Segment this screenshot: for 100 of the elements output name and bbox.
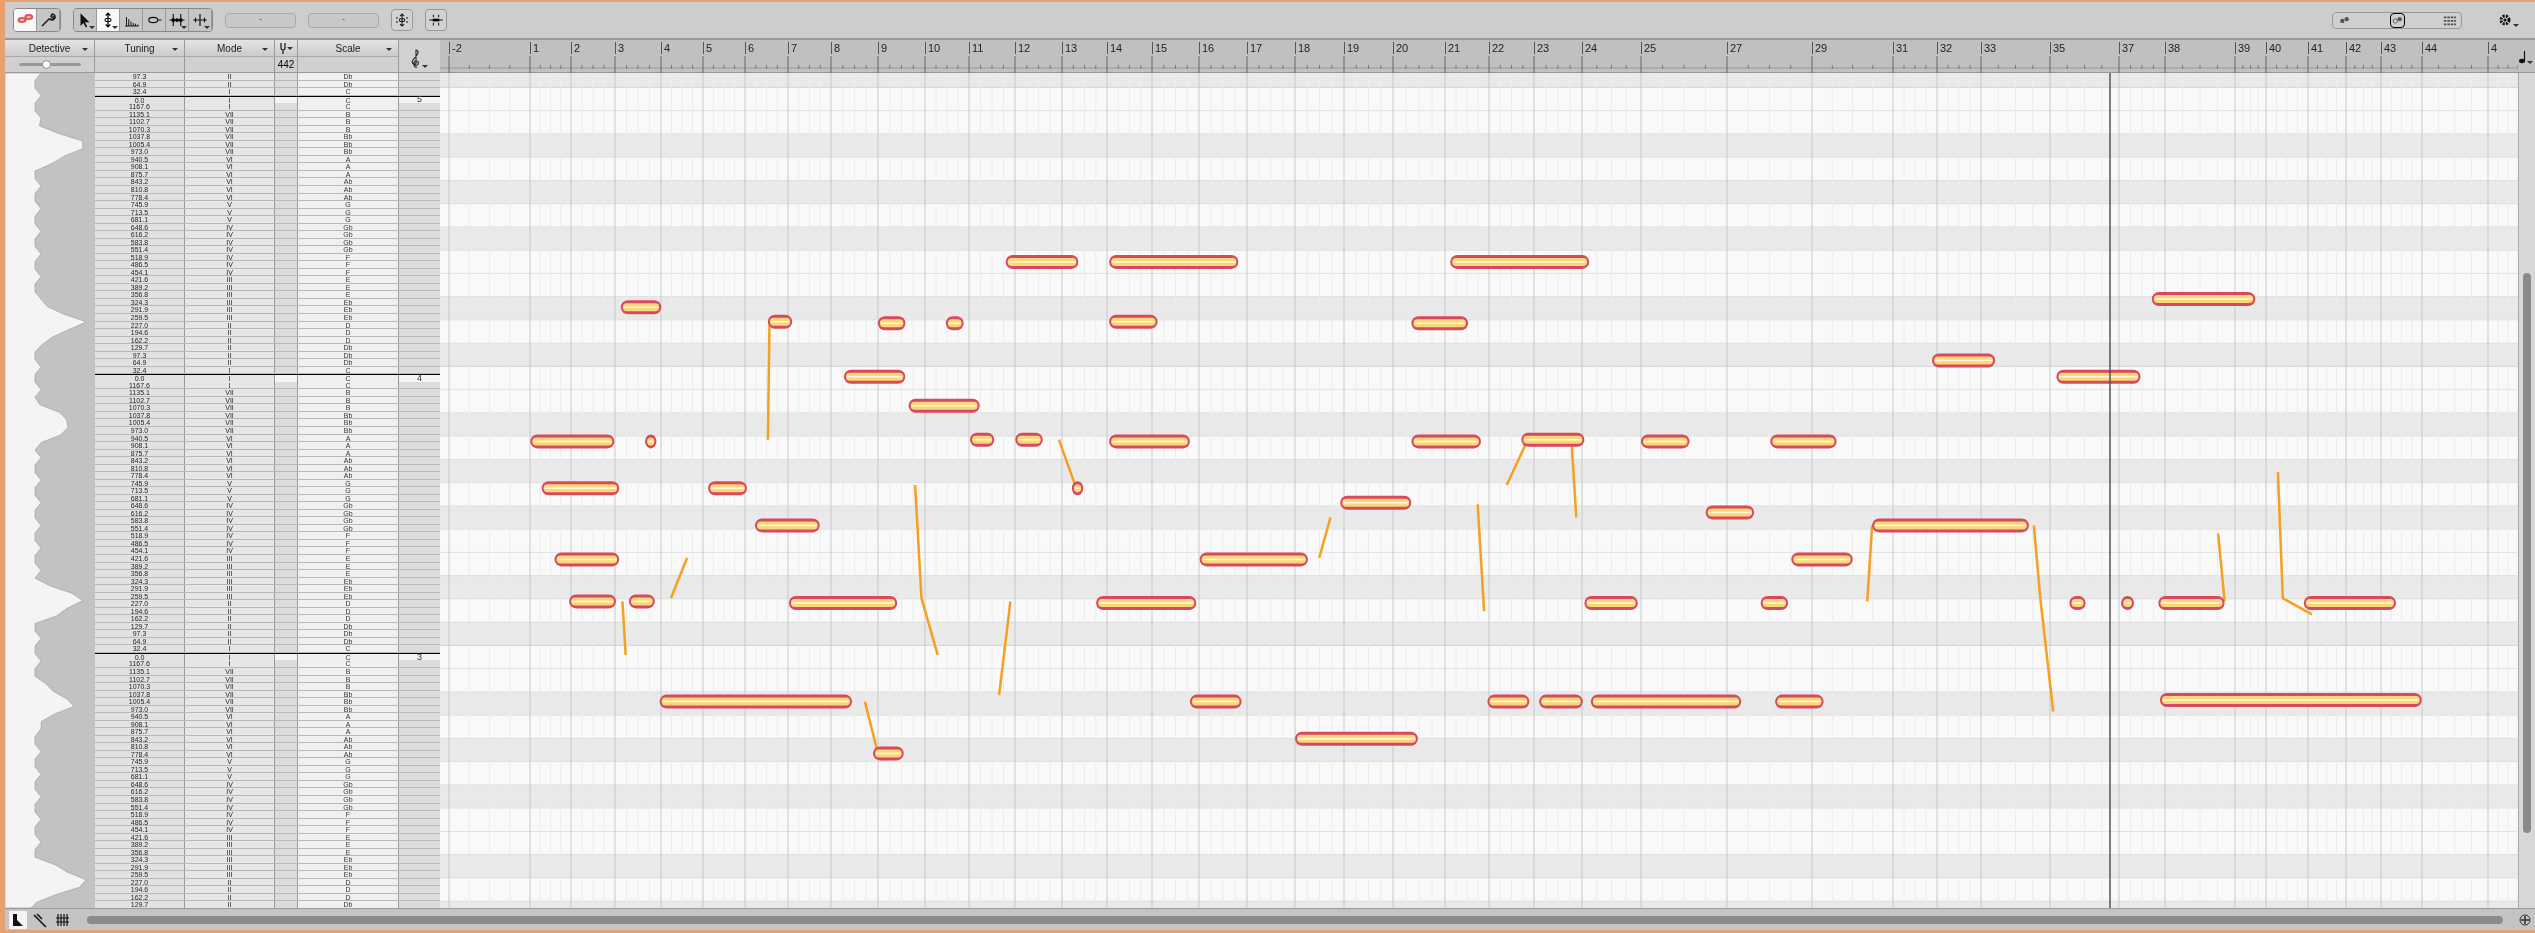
note-blob[interactable] [1199, 552, 1308, 567]
vertical-scrollbar[interactable] [2518, 73, 2535, 908]
note-blob[interactable] [554, 552, 620, 567]
tool-button[interactable] [189, 9, 212, 31]
bar-number: 18 [1295, 42, 1311, 54]
tool-button[interactable] [143, 9, 166, 31]
horizontal-scrollbar[interactable] [87, 915, 2503, 924]
tuning-fork-icon [32, 911, 48, 928]
bar-number: 13 [1062, 42, 1078, 54]
note-blob[interactable] [755, 518, 820, 533]
bar-number: 20 [1393, 42, 1409, 54]
bar-number: 38 [2165, 42, 2181, 54]
bar-number: 35 [2050, 42, 2066, 54]
note-blob[interactable] [2158, 596, 2225, 610]
tuning-fork-menu[interactable] [275, 40, 297, 57]
tool-button[interactable] [391, 9, 413, 31]
pitch-curve [669, 557, 689, 599]
treble-clef-icon [411, 48, 421, 68]
note-tool-icon [10, 911, 26, 928]
bar-number: 1 [530, 42, 540, 54]
tool-button[interactable] [425, 9, 447, 31]
note-blob[interactable] [873, 746, 904, 761]
quarter-note-icon [2519, 50, 2527, 64]
note-blob[interactable] [1584, 596, 1638, 610]
timing-dots-icon [168, 11, 186, 29]
bar-number: 32 [1937, 42, 1953, 54]
sensitivity-slider[interactable] [18, 60, 81, 69]
bar-number: 17 [1247, 42, 1263, 54]
bar-number: -2 [449, 42, 462, 54]
note-blob[interactable] [1770, 434, 1837, 449]
split-cross-icon [191, 11, 209, 29]
quantize-dots-icon [428, 12, 444, 28]
note-value-menu[interactable] [2519, 50, 2533, 64]
caret-icon [262, 48, 268, 51]
tool-button[interactable] [37, 9, 60, 31]
caret-icon [172, 48, 178, 51]
bottom-tool-button[interactable] [31, 910, 49, 929]
bar-number: 24 [1582, 42, 1598, 54]
bar-number: 6 [745, 42, 755, 54]
bar-number: 43 [2381, 42, 2397, 54]
note-blob[interactable] [645, 434, 657, 449]
note-blob[interactable] [788, 596, 898, 610]
settings-icon [2498, 13, 2512, 27]
bar-number: 25 [1641, 42, 1657, 54]
column-header[interactable]: Scale [298, 40, 398, 57]
caret-icon [422, 65, 428, 68]
bar-number: 8 [831, 42, 841, 54]
note-blob[interactable] [2151, 292, 2256, 307]
caret-icon [204, 26, 210, 29]
bar-number: 9 [878, 42, 888, 54]
note-blob[interactable] [708, 481, 747, 496]
pitch-curve [1318, 516, 1332, 559]
bar-number: 4 [661, 42, 671, 54]
caret-icon [82, 48, 88, 51]
tool-button[interactable] [120, 9, 143, 31]
bar-number: 22 [1489, 42, 1505, 54]
bar-number: 2 [571, 42, 581, 54]
bar-number: 37 [2119, 42, 2135, 54]
bar-number: 15 [1152, 42, 1168, 54]
caret-icon [286, 46, 293, 50]
note-blob[interactable] [1096, 596, 1197, 610]
view-mode-button[interactable] [2389, 12, 2405, 28]
bar-number: 23 [1534, 42, 1550, 54]
bar-number: 31 [1893, 42, 1909, 54]
caret-icon [2513, 24, 2519, 27]
bar-number: 33 [1981, 42, 1997, 54]
column-header[interactable]: Mode [185, 40, 274, 57]
wrench-icon [39, 11, 57, 29]
value-field[interactable]: - [308, 12, 379, 28]
bar-number: 16 [1199, 42, 1215, 54]
note-blob[interactable] [1641, 434, 1690, 449]
note-blob[interactable] [530, 434, 615, 449]
tool-button[interactable] [74, 9, 97, 31]
bar-number: 5 [703, 42, 713, 54]
note-blob[interactable] [1411, 316, 1468, 331]
note-blob[interactable] [541, 481, 620, 496]
column-header[interactable]: Detective [5, 40, 94, 57]
note-blob[interactable] [1872, 518, 2029, 533]
value-field[interactable]: - [225, 12, 296, 28]
bar-number: 41 [2308, 42, 2324, 54]
bar-number: 27 [1727, 42, 1743, 54]
note-blob[interactable] [1109, 434, 1190, 449]
note-blob[interactable] [2159, 693, 2422, 707]
bar-number: 21 [1445, 42, 1461, 54]
octave-label: 3 [417, 653, 422, 661]
tool-button[interactable] [97, 9, 120, 31]
bar-number: 11 [969, 42, 984, 54]
note-blob[interactable] [2303, 596, 2396, 610]
note-blob[interactable] [569, 594, 616, 609]
settings-button[interactable] [2498, 13, 2519, 27]
note-blob[interactable] [1411, 434, 1481, 449]
caret-icon [2527, 61, 2533, 64]
bottom-tool-button[interactable] [9, 910, 27, 929]
view-mode-switch[interactable] [2332, 11, 2462, 29]
tool-button[interactable] [166, 9, 189, 31]
column-header[interactable]: Tuning [95, 40, 184, 57]
octave-label: 4 [417, 375, 422, 382]
bar-number: 14 [1107, 42, 1123, 54]
caret-icon [386, 48, 392, 51]
note-blob[interactable] [1791, 552, 1853, 567]
